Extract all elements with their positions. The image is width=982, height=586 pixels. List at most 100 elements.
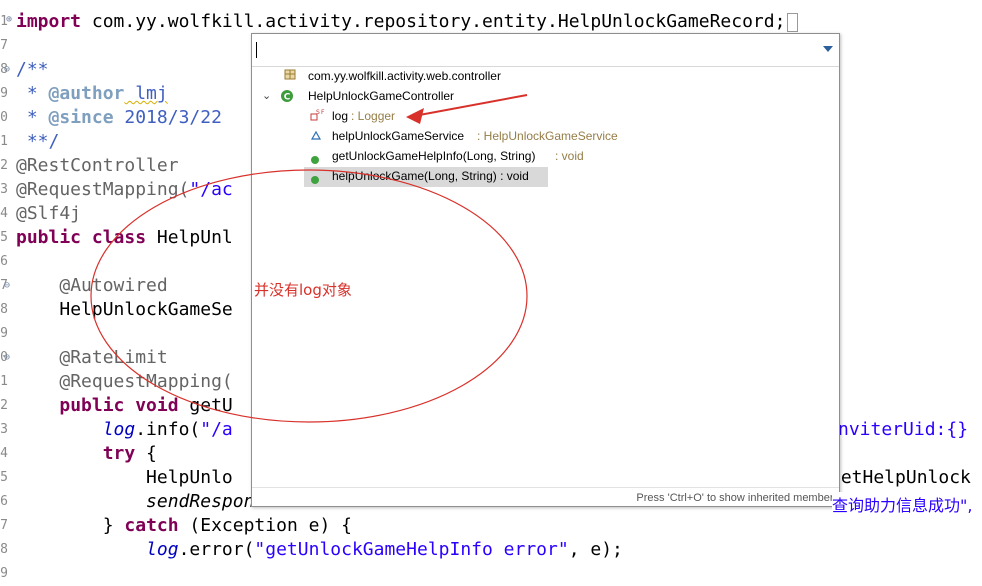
code-line-helpunl-tail: getHelpUnlock — [830, 466, 971, 490]
code-line-rate-limit[interactable]: @RateLimit — [16, 346, 168, 370]
method-call: .info( — [135, 419, 201, 440]
string-literal: "getUnlockGameHelpInfo error" — [254, 539, 569, 560]
line-number: 6 — [0, 254, 8, 269]
inherited-members-hint: Press 'Ctrl+O' to show inherited members — [636, 492, 839, 504]
fold-collapse-icon[interactable]: ⊖ — [4, 58, 10, 82]
outline-status-bar: Press 'Ctrl+O' to show inherited members — [252, 487, 839, 506]
view-menu-dropdown-icon[interactable] — [823, 46, 833, 52]
code-line-import[interactable]: import com.yy.wolfkill.activity.reposito… — [16, 10, 799, 34]
line-number: 4 — [0, 446, 8, 461]
outline-type: : Logger — [351, 109, 396, 123]
code-line-send-response[interactable]: sendRespon — [16, 490, 254, 514]
code-line-log-error[interactable]: log.error("getUnlockGameHelpInfo error",… — [16, 538, 623, 562]
line-number: 0 — [0, 110, 8, 125]
keyword: catch — [124, 515, 179, 536]
javadoc-open: /** — [16, 59, 49, 80]
javadoc-tag: @author — [48, 83, 125, 104]
keyword: import — [16, 11, 82, 32]
log-reference: log — [146, 539, 179, 560]
code-line-slf4j[interactable]: @Slf4j — [16, 202, 81, 226]
quick-outline-popup[interactable]: com.yy.wolfkill.activity.web.controller … — [251, 33, 840, 507]
line-number: 5 — [0, 470, 8, 485]
outline-label: getUnlockGameHelpInfo(Long, String) — [332, 149, 536, 163]
annotation: @Autowired — [59, 275, 168, 296]
outline-row-method-selected[interactable]: helpUnlockGame(Long, String) : void — [252, 166, 839, 186]
outline-label: HelpUnlockGameController — [308, 89, 455, 103]
keyword: public void — [59, 395, 179, 416]
import-path: com.yy.wolfkill.activity.repository.enti… — [81, 11, 786, 32]
javadoc-close: **/ — [26, 131, 60, 152]
line-number: 1 — [0, 374, 8, 389]
code-line-doc-open[interactable]: /** — [16, 58, 49, 82]
annotation: @Slf4j — [16, 203, 82, 224]
author-value: lmj — [124, 83, 168, 104]
outline-label: helpUnlockGameService — [332, 129, 465, 143]
text-caret — [256, 42, 257, 58]
javadoc-tag: @since — [48, 107, 114, 128]
chinese-string-fragment: 查询助力信息成功", — [832, 492, 973, 516]
line-number: 7 — [0, 518, 8, 533]
code-line-method-decl[interactable]: public void getU — [16, 394, 233, 418]
code-line-helpunl[interactable]: HelpUnlo — [16, 466, 233, 490]
string-literal: nviterUid:{} — [838, 419, 969, 440]
code-line-log-info[interactable]: log.info("/a — [16, 418, 233, 442]
line-number: 9 — [0, 566, 8, 581]
method-call: .error( — [178, 539, 255, 560]
outline-type: : void — [555, 149, 584, 163]
code-line-service-field[interactable]: HelpUnlockGameSe — [16, 298, 233, 322]
string-literal: "/ac — [189, 179, 233, 200]
field-type: HelpUnlockGameSe — [59, 299, 233, 320]
outline-row-service-field[interactable]: helpUnlockGameService : HelpUnlockGameSe… — [252, 126, 839, 146]
outline-filter-input[interactable] — [254, 38, 817, 60]
annotation: @RateLimit — [59, 347, 168, 368]
package-icon — [284, 66, 296, 86]
annotation: @RequestMapping( — [59, 371, 233, 392]
code-line-catch[interactable]: } catch (Exception e) { — [16, 514, 352, 538]
line-number: 3 — [0, 422, 8, 437]
keyword: try — [102, 443, 136, 464]
line-number: 8 — [0, 542, 8, 557]
method-name: getU — [178, 395, 233, 416]
default-field-icon — [310, 128, 322, 148]
outline-row-package[interactable]: com.yy.wolfkill.activity.web.controller — [252, 66, 839, 86]
svg-text:S: S — [316, 109, 320, 116]
line-number: 2 — [0, 398, 8, 413]
fold-collapse-icon[interactable]: ⊖ — [4, 346, 10, 370]
brace: { — [135, 443, 157, 464]
outline-row-class[interactable]: ⌄ C HelpUnlockGameController — [252, 86, 839, 106]
line-number: 1 — [0, 134, 8, 149]
since-value: 2018/3/22 — [113, 107, 222, 128]
outline-row-method[interactable]: getUnlockGameHelpInfo(Long, String) : vo… — [252, 146, 839, 166]
code-line-autowired[interactable]: @Autowired — [16, 274, 168, 298]
fold-collapse-icon[interactable]: ⊖ — [4, 274, 10, 298]
code-line-log-info-tail: nviterUid:{} — [838, 418, 968, 442]
line-number: 3 — [0, 182, 8, 197]
chevron-down-icon[interactable]: ⌄ — [262, 86, 271, 106]
code-line-doc-close[interactable]: **/ — [16, 130, 60, 154]
code-line-since[interactable]: * @since 2018/3/22 — [16, 106, 222, 130]
code-line-author[interactable]: * @author lmj — [16, 82, 168, 106]
method-call: getHelpUnlock — [830, 467, 971, 488]
annotation: @RestController — [16, 155, 179, 176]
code-line-class-decl[interactable]: public class HelpUnl — [16, 226, 233, 250]
outline-label: log — [332, 109, 349, 123]
class-name: HelpUnl — [146, 227, 233, 248]
fold-expand-icon[interactable]: ⊕ — [6, 8, 12, 32]
code-text: , e); — [568, 539, 623, 560]
line-number: 9 — [0, 326, 8, 341]
static-final-field-icon: SF — [310, 108, 326, 128]
string-literal: "/a — [200, 419, 233, 440]
keyword: public class — [16, 227, 147, 248]
svg-text:F: F — [321, 109, 325, 116]
type-name: HelpUnlo — [146, 467, 233, 488]
line-number: 5 — [0, 230, 8, 245]
code-line-request-mapping[interactable]: @RequestMapping("/ac — [16, 178, 233, 202]
code-line-try[interactable]: try { — [16, 442, 157, 466]
outline-label: com.yy.wolfkill.activity.web.controller — [308, 69, 501, 83]
svg-text:C: C — [284, 93, 291, 103]
annotation-note: 并没有log对象 — [254, 281, 352, 299]
code-line-rest-controller[interactable]: @RestController — [16, 154, 179, 178]
code-line-request-mapping-2[interactable]: @RequestMapping( — [16, 370, 233, 394]
catch-params: (Exception e) { — [178, 515, 352, 536]
outline-row-log-field[interactable]: SF log : Logger — [252, 106, 839, 126]
